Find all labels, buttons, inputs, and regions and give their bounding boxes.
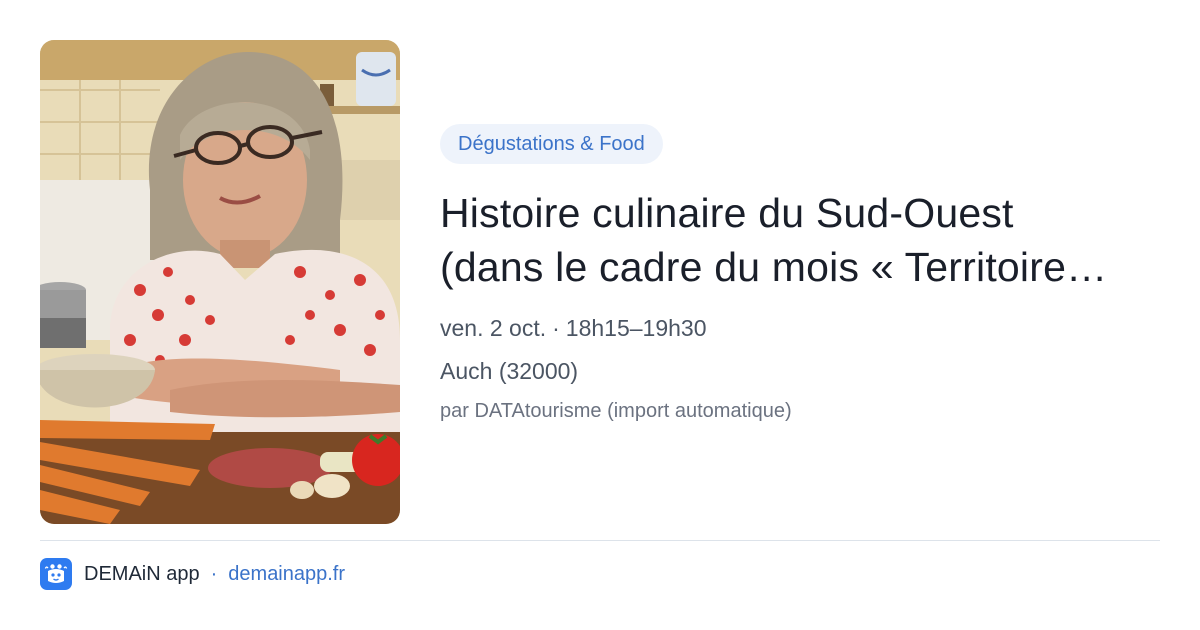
demain-app-logo-glyph (44, 564, 68, 583)
event-source: par DATAtourisme (import automatique) (440, 400, 792, 422)
event-card[interactable]: Dégustations & Food Histoire culinaire d… (0, 0, 1200, 630)
datetime-separator: · (552, 315, 560, 341)
event-time: 18h15–19h30 (565, 315, 707, 341)
app-name: DEMAiN app (84, 562, 200, 585)
footer: DEMAiN app · demainapp.fr (40, 558, 345, 590)
event-date: ven. 2 oct. (440, 315, 547, 341)
event-title-line-2: (dans le cadre du mois « Territoire… (440, 244, 1108, 290)
event-title-line-1: Histoire culinaire du Sud-Ouest (440, 190, 1014, 236)
footer-divider (40, 540, 1160, 541)
demain-app-logo-icon (40, 558, 72, 590)
footer-separator: · (210, 562, 218, 585)
app-website-link[interactable]: demainapp.fr (228, 563, 345, 586)
event-title[interactable]: Histoire culinaire du Sud-Ouest (dans le… (440, 186, 1160, 294)
event-location: Auch (32000) (440, 358, 579, 384)
event-details: Dégustations & Food Histoire culinaire d… (440, 124, 1160, 424)
category-badge[interactable]: Dégustations & Food (440, 124, 663, 164)
event-photo-illustration (40, 40, 400, 524)
event-photo (40, 40, 400, 524)
event-datetime: ven. 2 oct. · 18h15–19h30 (440, 314, 1160, 342)
